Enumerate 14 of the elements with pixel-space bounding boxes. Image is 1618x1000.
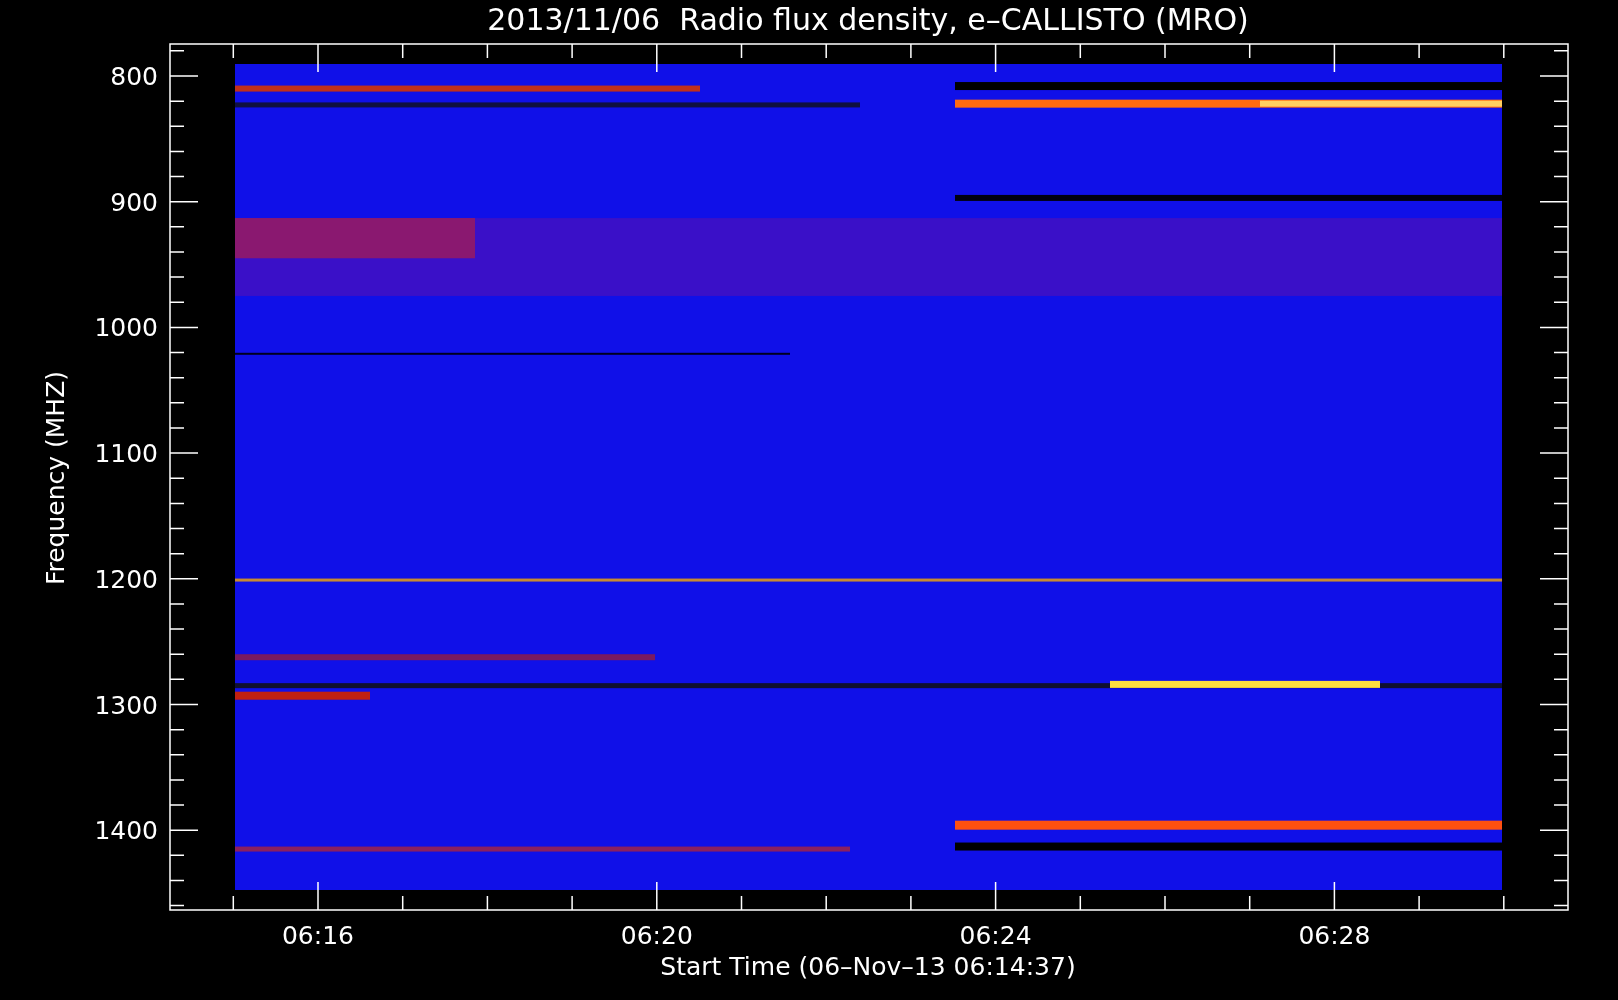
x-tick-label: 06:20 xyxy=(620,921,693,950)
y-tick-label: 1300 xyxy=(94,690,158,720)
y-tick-label: 1000 xyxy=(94,313,158,343)
x-tick-label: 06:24 xyxy=(959,921,1032,950)
y-tick-label: 900 xyxy=(110,187,158,217)
x-tick-label: 06:28 xyxy=(1298,921,1371,950)
y-axis-label: Frequency (MHZ) xyxy=(41,370,70,586)
y-tick-label: 800 xyxy=(110,62,158,91)
x-axis-label: Start Time (06–Nov–13 06:14:37) xyxy=(660,952,1076,981)
y-tick-label: 1100 xyxy=(94,439,158,469)
y-tick-label: 1400 xyxy=(94,816,158,846)
x-tick-label: 06:16 xyxy=(282,921,354,950)
plot-title: 2013/11/06 Radio flux density, e–CALLISTO (MRO) xyxy=(487,2,1249,37)
y-tick-label: 1200 xyxy=(94,564,158,594)
